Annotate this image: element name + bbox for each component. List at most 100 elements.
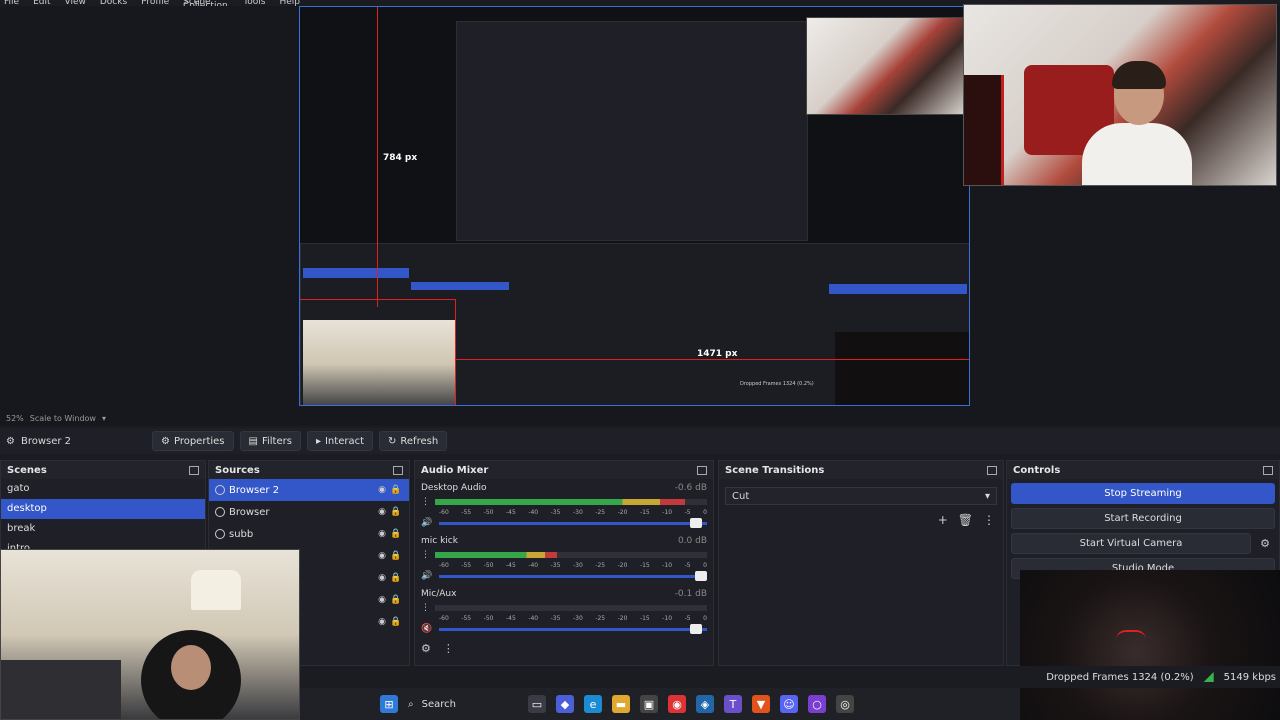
add-icon[interactable]: +: [938, 513, 948, 527]
obs-window: File Edit View Docks Profile Scene Collection…: [0, 0, 1280, 720]
tick-label: 0: [703, 509, 707, 516]
channel-header: Mic/Aux -0.1 dB: [421, 587, 707, 601]
app2-icon[interactable]: ○: [808, 695, 826, 713]
discord-icon[interactable]: ☺: [780, 695, 798, 713]
obs-icon[interactable]: ◎: [836, 695, 854, 713]
teams-icon[interactable]: T: [724, 695, 742, 713]
speaker-icon[interactable]: 🔊: [421, 518, 433, 528]
taskbar-search[interactable]: ⌕ Search: [408, 693, 518, 715]
slider-knob[interactable]: [695, 570, 707, 581]
file-explorer-icon[interactable]: ▬: [612, 695, 630, 713]
start-virtual-camera-button[interactable]: Start Virtual Camera: [1011, 533, 1251, 554]
volume-slider[interactable]: [439, 517, 707, 528]
slider-knob[interactable]: [689, 623, 702, 634]
tick-label: -30: [572, 562, 583, 569]
filter-icon: ▤: [248, 435, 258, 447]
eye-icon[interactable]: ◉: [375, 507, 389, 517]
lock-icon[interactable]: 🔒: [389, 485, 403, 495]
undock-icon[interactable]: [393, 465, 403, 475]
lock-icon[interactable]: 🔒: [389, 529, 403, 539]
speaker-icon[interactable]: 🔊: [421, 571, 433, 581]
tick-label: -15: [639, 509, 650, 516]
lock-icon[interactable]: 🔒: [389, 573, 403, 583]
tick-label: -40: [528, 562, 539, 569]
gear-icon[interactable]: ⚙: [1255, 533, 1275, 554]
transition-tools: + 🗑 ⋮: [719, 513, 1003, 527]
mixer-footer: ⚙ ⋮: [415, 638, 713, 659]
meter-row: ⋮: [421, 548, 707, 562]
chrome-icon[interactable]: ◉: [668, 695, 686, 713]
webcam-overlay-top: [963, 4, 1277, 186]
refresh-button[interactable]: ↻ Refresh: [379, 431, 448, 451]
eye-icon[interactable]: ◉: [375, 551, 389, 561]
mixer-menu-icon[interactable]: ⋮: [443, 642, 454, 655]
tick-label: -45: [505, 562, 516, 569]
chevron-down-icon[interactable]: ▾: [102, 414, 106, 423]
undock-icon[interactable]: [1263, 465, 1273, 475]
preview-canvas[interactable]: 784 px 1471 px Dropped Frames 1324 (0.2%…: [299, 6, 970, 406]
store-icon[interactable]: ▣: [640, 695, 658, 713]
copilot-icon[interactable]: ◆: [556, 695, 574, 713]
guide-label-vertical: 784 px: [383, 153, 418, 163]
zoom-mode[interactable]: Scale to Window: [30, 414, 96, 423]
undock-icon[interactable]: [987, 465, 997, 475]
eye-icon[interactable]: ◉: [375, 485, 389, 495]
task-view-icon[interactable]: ▭: [528, 695, 546, 713]
nested-webcam: [303, 320, 455, 405]
tick-label: -25: [595, 509, 606, 516]
zoom-percent: 52%: [6, 413, 24, 423]
channel-menu-icon[interactable]: ⋮: [421, 497, 431, 507]
guide-vertical-line-2: [455, 299, 456, 405]
properties-button[interactable]: ⚙ Properties: [152, 431, 234, 451]
scene-item[interactable]: gato: [1, 479, 205, 499]
windows-start-icon[interactable]: ⊞: [380, 695, 398, 713]
mixer-channel: Desktop Audio -0.6 dB ⋮ -60 -55 -50 -45 -40 -35-…: [415, 479, 713, 532]
meter-ticks: -60 -55 -50 -45 -40 -35 -30 -25 -20 -15 -10 -5 0: [439, 562, 707, 569]
nested-obs-preview: [456, 21, 808, 241]
trash-icon[interactable]: 🗑: [958, 513, 973, 527]
controls-title-bar: Controls: [1007, 461, 1279, 479]
menu-dots-icon[interactable]: ⋮: [983, 513, 995, 527]
stop-streaming-button[interactable]: Stop Streaming: [1011, 483, 1275, 504]
lock-icon[interactable]: 🔒: [389, 617, 403, 627]
slider-row: 🔊: [421, 569, 707, 583]
filters-button[interactable]: ▤ Filters: [239, 431, 301, 451]
channel-menu-icon[interactable]: ⋮: [421, 550, 431, 560]
scene-item[interactable]: break: [1, 519, 205, 539]
meter-row: ⋮: [421, 495, 707, 509]
app-icon[interactable]: ◈: [696, 695, 714, 713]
eye-icon[interactable]: ◉: [375, 595, 389, 605]
undock-icon[interactable]: [189, 465, 199, 475]
source-item[interactable]: subb ◉ 🔒: [209, 523, 409, 545]
gear-icon: ⚙: [161, 435, 170, 447]
start-recording-button[interactable]: Start Recording: [1011, 508, 1275, 529]
undock-icon[interactable]: [697, 465, 707, 475]
transition-select[interactable]: Cut ▾: [725, 487, 997, 505]
source-item[interactable]: Browser 2 ◉ 🔒: [209, 479, 409, 501]
volume-slider[interactable]: [439, 623, 707, 634]
eye-icon[interactable]: ◉: [375, 573, 389, 583]
volume-slider[interactable]: [439, 570, 707, 581]
interact-button[interactable]: ▸ Interact: [306, 431, 374, 451]
mixer-channel: Mic/Aux -0.1 dB ⋮ -60 -55 -50 -45 -40 -35 -30 -25-…: [415, 585, 713, 638]
nested-scene-selected: [303, 268, 409, 278]
lock-icon[interactable]: 🔒: [389, 595, 403, 605]
eye-icon[interactable]: ◉: [375, 529, 389, 539]
channel-menu-icon[interactable]: ⋮: [421, 603, 431, 613]
advanced-audio-icon[interactable]: ⚙: [421, 642, 431, 655]
tick-label: -55: [461, 509, 472, 516]
tick-label: -55: [461, 615, 472, 622]
slider-knob[interactable]: [689, 517, 702, 528]
eye-icon[interactable]: ◉: [375, 617, 389, 627]
tick-label: -35: [550, 562, 561, 569]
source-item[interactable]: Browser ◉ 🔒: [209, 501, 409, 523]
transitions-title: Scene Transitions: [725, 464, 825, 476]
lock-icon[interactable]: 🔒: [389, 507, 403, 517]
interact-icon: ▸: [315, 435, 321, 447]
scene-item[interactable]: desktop: [1, 499, 205, 519]
guide-vertical-line: [377, 7, 378, 307]
lock-icon[interactable]: 🔒: [389, 551, 403, 561]
brave-icon[interactable]: ▼: [752, 695, 770, 713]
edge-icon[interactable]: e: [584, 695, 602, 713]
mute-icon[interactable]: 🔇: [421, 624, 433, 634]
